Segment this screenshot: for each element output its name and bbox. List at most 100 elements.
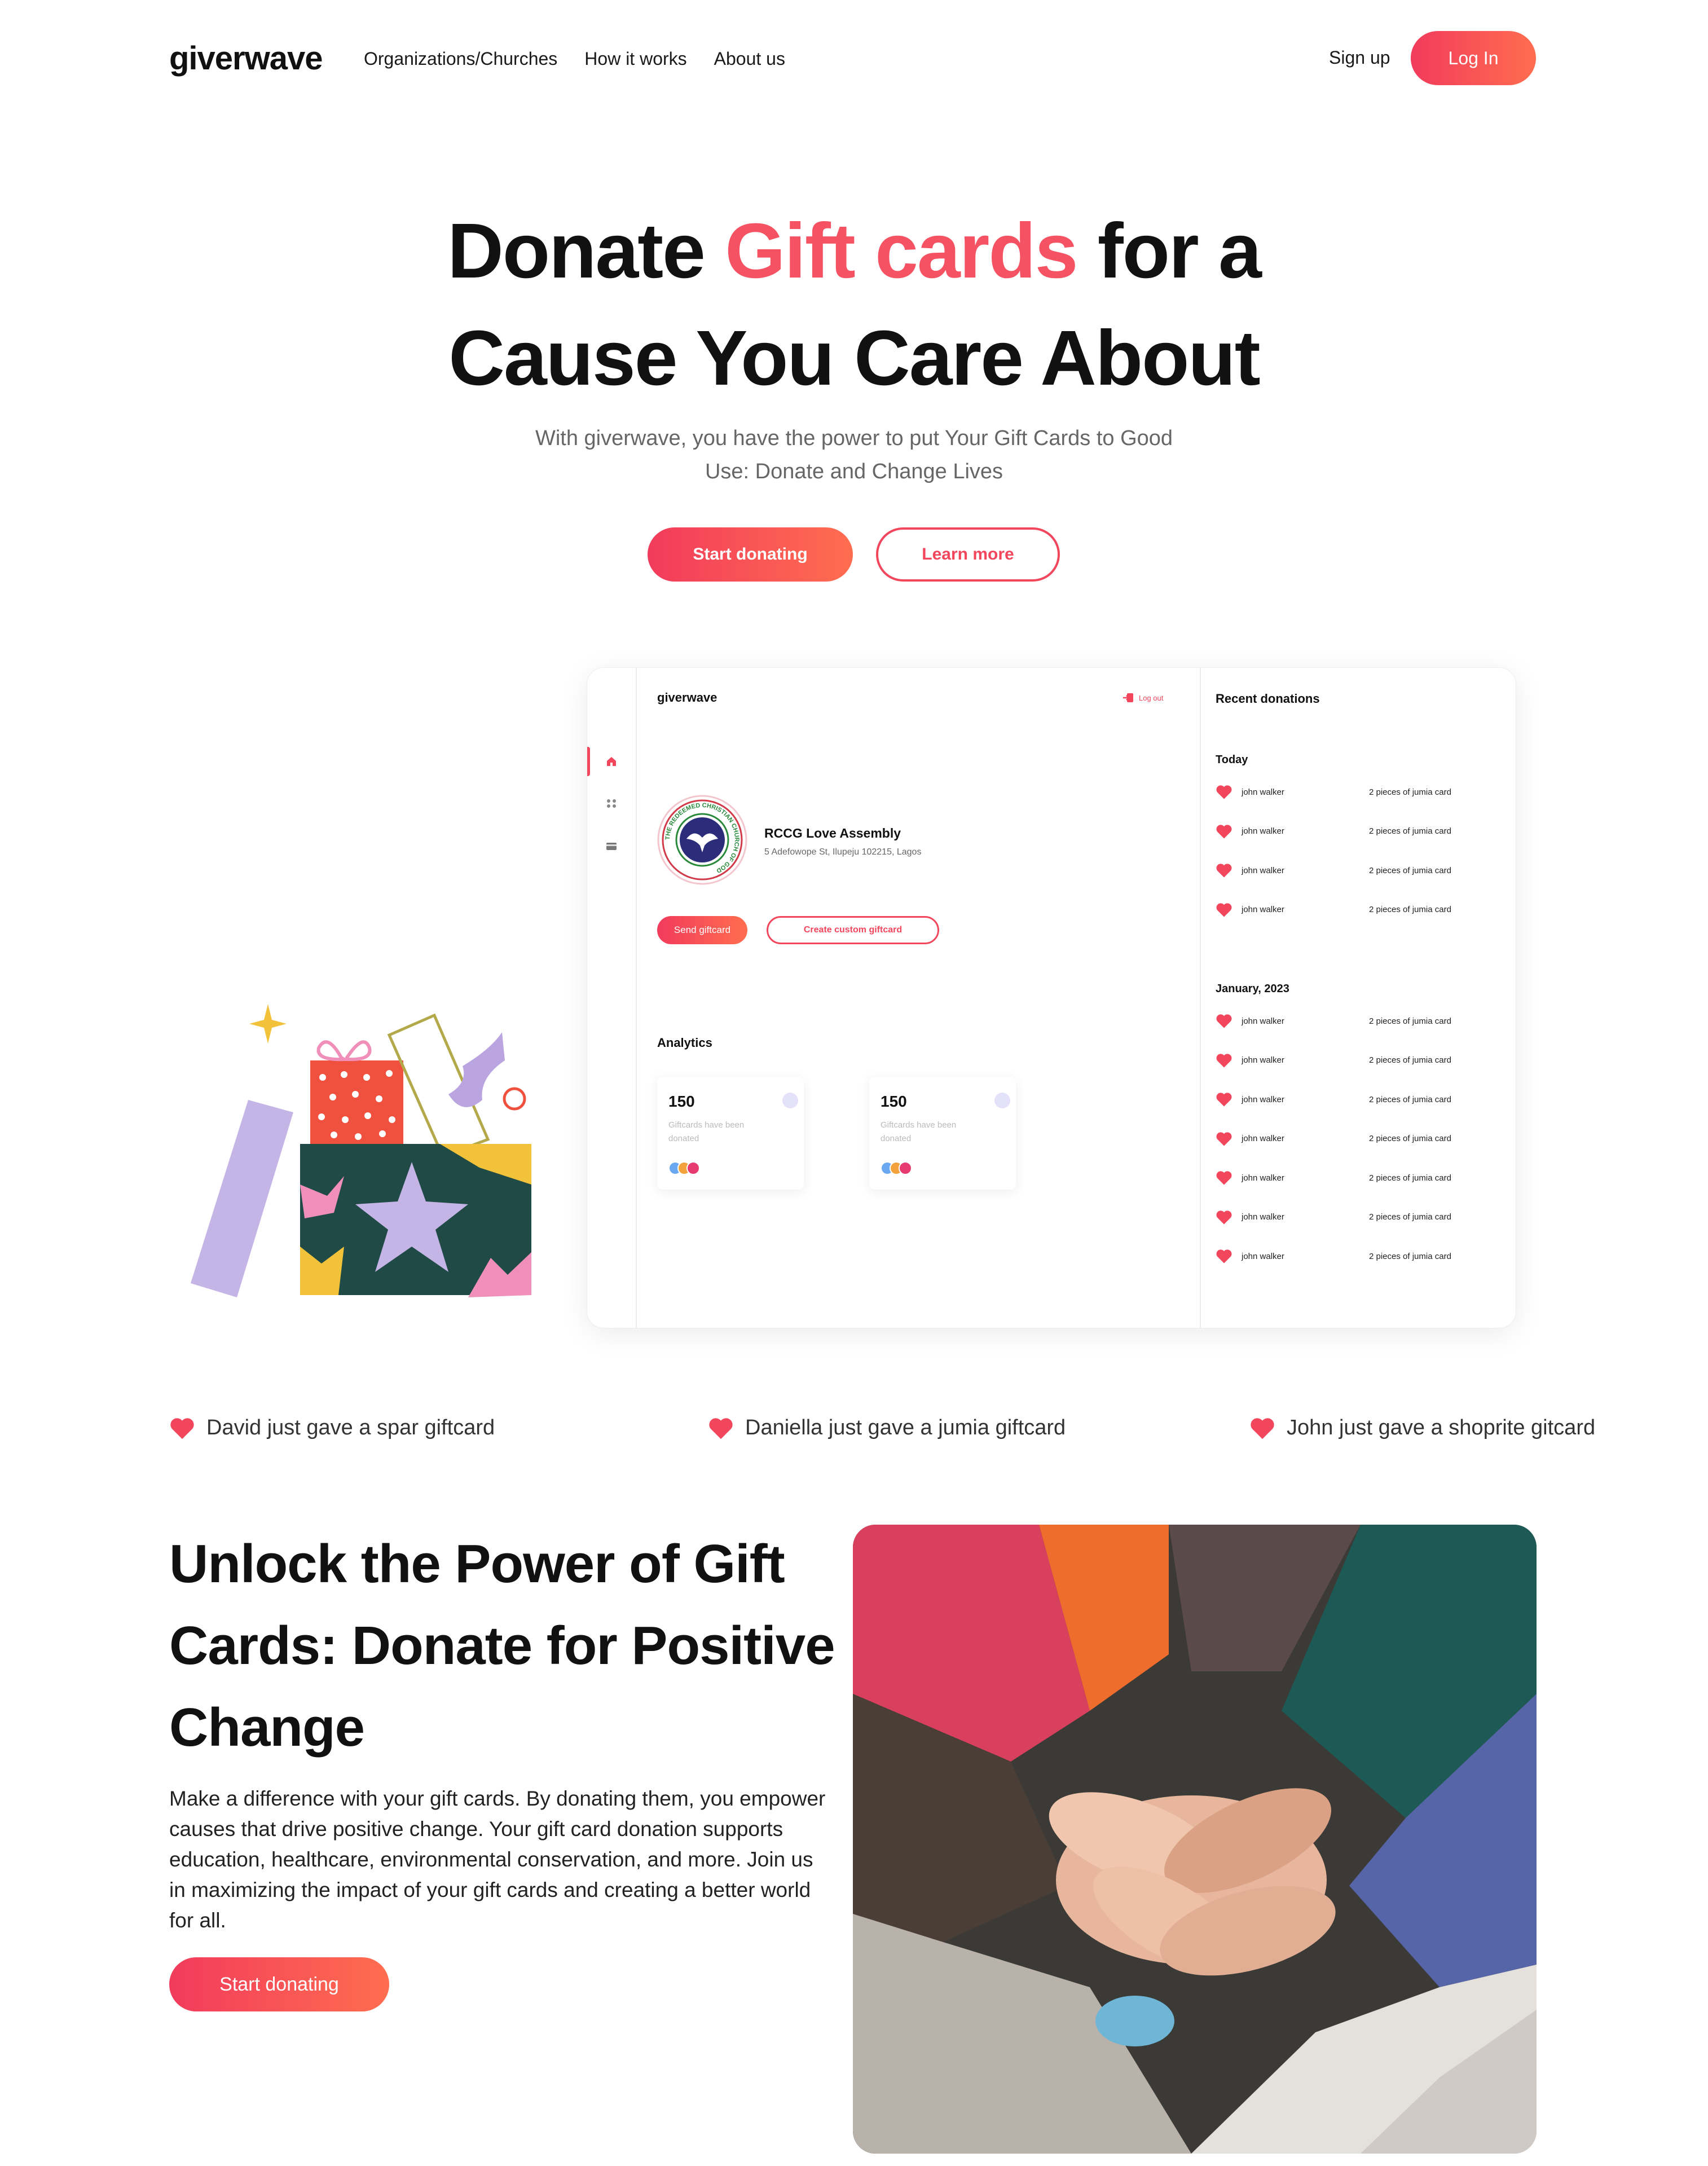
donation-ticker-item: Daniella just gave a jumia giftcard (708, 1416, 1066, 1440)
gift-boxes-illustration (191, 1004, 531, 1297)
donor-name: john walker (1242, 1055, 1284, 1065)
donation-row: john walker 2 pieces of jumia card (1216, 1010, 1498, 1032)
donation-item: 2 pieces of jumia card (1369, 787, 1451, 797)
heart-icon (1216, 1014, 1232, 1028)
heart-icon (709, 1417, 733, 1439)
hero-title-part1: Donate (447, 208, 725, 294)
recent-donations-panel: Recent donations Today john walker 2 piece… (1201, 668, 1517, 1328)
heart-icon (1216, 1249, 1232, 1264)
donor-name: john walker (1242, 1212, 1284, 1222)
home-icon[interactable] (604, 754, 619, 769)
sidebar-active-indicator (587, 747, 590, 776)
donation-item: 2 pieces of jumia card (1369, 1212, 1451, 1222)
avatar (899, 1161, 912, 1175)
donation-row: john walker 2 pieces of jumia card (1216, 899, 1498, 921)
donation-ticker-item: John just gave a shoprite gitcard (1249, 1416, 1595, 1440)
donation-row: john walker 2 pieces of jumia card (1216, 820, 1498, 843)
church-logo: THE REDEEMED CHRISTIAN CHURCH OF GOD (657, 795, 747, 885)
heart-icon (1216, 1210, 1232, 1224)
stat-value: 150 (881, 1093, 907, 1110)
section-text: Make a difference with your gift cards. … (169, 1787, 826, 1932)
donation-item: 2 pieces of jumia card (1369, 1173, 1451, 1183)
donation-item: 2 pieces of jumia card (1369, 1134, 1451, 1143)
dashboard-logo: giverwave (657, 690, 717, 705)
donor-name: john walker (1242, 826, 1284, 836)
heart-icon (170, 1417, 194, 1439)
logout-label: Log out (1139, 693, 1164, 702)
donation-row: john walker 2 pieces of jumia card (1216, 1166, 1498, 1189)
nav-link-about-us[interactable]: About us (714, 49, 785, 69)
donor-name: john walker (1242, 905, 1284, 914)
start-donating-button-secondary[interactable]: Start donating (169, 1957, 389, 2011)
login-button[interactable]: Log In (1411, 31, 1536, 85)
donation-row: john walker 2 pieces of jumia card (1216, 1128, 1498, 1150)
donor-name: john walker (1242, 787, 1284, 797)
org-name: RCCG Love Assembly (764, 826, 901, 840)
org-address: 5 Adefowope St, Ilupeju 102215, Lagos (764, 847, 922, 857)
heart-icon (1216, 1053, 1232, 1067)
recent-donations-title: Recent donations (1216, 692, 1320, 706)
nav-link-how-it-works[interactable]: How it works (584, 49, 686, 69)
dashboard-preview: giverwave Log out THE REDEEMED CHRISTIAN… (587, 667, 1516, 1328)
stat-card: 150 Giftcards have been donated (657, 1077, 804, 1190)
donor-name: john walker (1242, 1094, 1284, 1104)
top-navbar: giverwave Organizations/Churches How it … (0, 0, 1708, 118)
hero-title: Donate Gift cards for a Cause You Care A… (0, 197, 1708, 412)
stat-value: 150 (668, 1093, 695, 1110)
heart-icon (1216, 1171, 1232, 1185)
hero-subtitle: With giverwave, you have the power to pu… (535, 426, 1173, 483)
send-giftcard-button[interactable]: Send giftcard (657, 916, 747, 944)
donation-row: john walker 2 pieces of jumia card (1216, 1245, 1498, 1267)
donation-item: 2 pieces of jumia card (1369, 826, 1451, 836)
analytics-title: Analytics (657, 1036, 712, 1050)
people-icon[interactable] (604, 796, 619, 811)
stat-icon (994, 1093, 1010, 1108)
heart-icon (1216, 902, 1232, 917)
donation-ticker-item: David just gave a spar giftcard (169, 1416, 495, 1440)
donation-item: 2 pieces of jumia card (1369, 1094, 1451, 1104)
donation-item: 2 pieces of jumia card (1369, 1251, 1451, 1261)
donation-item: 2 pieces of jumia card (1369, 1016, 1451, 1026)
heart-icon (1216, 1093, 1232, 1107)
logout-button[interactable]: Log out (1122, 692, 1163, 704)
nav-links: Organizations/Churches How it works Abou… (364, 49, 785, 69)
stat-label: Giftcards have been donated (881, 1120, 957, 1143)
avatar-stack (881, 1161, 912, 1175)
signup-link[interactable]: Sign up (1329, 47, 1390, 68)
stat-card: 150 Giftcards have been donated (869, 1077, 1016, 1190)
stat-label: Giftcards have been donated (668, 1120, 745, 1143)
avatar-stack (668, 1161, 700, 1175)
donation-item: 2 pieces of jumia card (1369, 865, 1451, 875)
heart-icon (1216, 824, 1232, 838)
donation-group-label: January, 2023 (1216, 983, 1289, 995)
donor-name: john walker (1242, 1016, 1284, 1026)
hands-together-photo (853, 1525, 1537, 2154)
dashboard-main: giverwave Log out THE REDEEMED CHRISTIAN… (637, 668, 1201, 1328)
donation-item: 2 pieces of jumia card (1369, 905, 1451, 914)
nav-link-organizations[interactable]: Organizations/Churches (364, 49, 557, 69)
heart-icon (1216, 785, 1232, 799)
donor-name: john walker (1242, 1251, 1284, 1261)
donation-group-label: Today (1216, 754, 1248, 766)
section-title: Unlock the Power of Gift Cards: Donate f… (169, 1534, 835, 1758)
heart-icon (1216, 864, 1232, 878)
hero-title-line2: Cause You Care About (448, 315, 1260, 402)
dashboard-sidebar (587, 668, 637, 1328)
create-custom-giftcard-button[interactable]: Create custom giftcard (767, 916, 939, 944)
donation-item: 2 pieces of jumia card (1369, 1055, 1451, 1065)
ticker-text: David just gave a spar giftcard (206, 1416, 495, 1439)
heart-icon (1251, 1417, 1274, 1439)
card-icon[interactable] (604, 839, 619, 853)
learn-more-button[interactable]: Learn more (876, 527, 1060, 582)
donation-row: john walker 2 pieces of jumia card (1216, 1206, 1498, 1229)
donor-name: john walker (1242, 1173, 1284, 1183)
avatar (686, 1161, 700, 1175)
start-donating-button[interactable]: Start donating (648, 527, 853, 582)
brand-logo[interactable]: giverwave (169, 39, 323, 77)
donation-row: john walker 2 pieces of jumia card (1216, 1088, 1498, 1111)
sparkle-icon (249, 1004, 287, 1044)
heart-icon (1216, 1132, 1232, 1146)
donation-row: john walker 2 pieces of jumia card (1216, 1049, 1498, 1072)
hero-title-part2: for a (1077, 208, 1262, 294)
hero-title-accent: Gift cards (725, 208, 1078, 294)
